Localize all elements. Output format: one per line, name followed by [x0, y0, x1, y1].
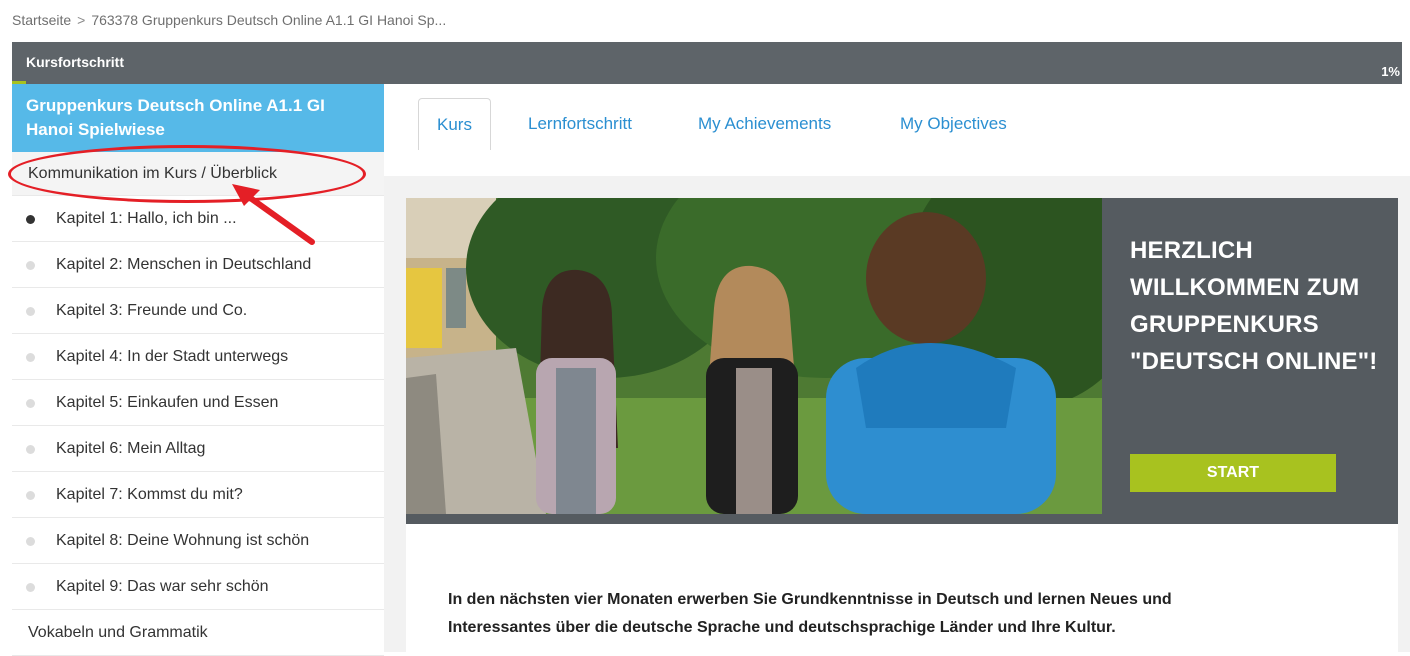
sidebar-item-label: Kapitel 5: Einkaufen und Essen [56, 393, 279, 411]
welcome-banner: HERZLICH WILLKOMMEN ZUM GRUPPENKURS "DEU… [406, 198, 1398, 524]
tab-lernfortschritt[interactable]: Lernfortschritt [510, 98, 650, 150]
sidebar-item-label: Kapitel 7: Kommst du mit? [56, 485, 243, 503]
course-sidebar: Gruppenkurs Deutsch Online A1.1 GI Hanoi… [12, 84, 384, 656]
welcome-line-3: GRUPPENKURS [1130, 311, 1319, 338]
sidebar-item-overview[interactable]: Kommunikation im Kurs / Überblick [12, 152, 384, 196]
course-progress-bar: Kursfortschritt 1% [12, 42, 1402, 84]
intro-line-2: Interessantes über die deutsche Sprache … [448, 619, 1116, 636]
sidebar-item-vocabulary[interactable]: Vokabeln und Grammatik [12, 610, 384, 656]
welcome-line-4: "DEUTSCH ONLINE"! [1130, 348, 1378, 375]
status-dot-icon [26, 583, 35, 592]
sidebar-item-chapter-1[interactable]: Kapitel 1: Hallo, ich bin ... [12, 196, 384, 242]
welcome-heading: HERZLICH WILLKOMMEN ZUM GRUPPENKURS "DEU… [1130, 232, 1380, 380]
course-title-line2: Hanoi Spielwiese [26, 120, 165, 139]
sidebar-item-label: Kapitel 9: Das war sehr schön [56, 577, 269, 595]
start-button[interactable]: START [1130, 454, 1336, 492]
breadcrumb-separator: > [77, 12, 86, 28]
status-dot-icon [26, 399, 35, 408]
sidebar-item-label: Kapitel 1: Hallo, ich bin ... [56, 209, 237, 227]
sidebar-item-chapter-8[interactable]: Kapitel 8: Deine Wohnung ist schön [12, 518, 384, 564]
welcome-line-1: HERZLICH [1130, 237, 1253, 264]
tab-kurs[interactable]: Kurs [418, 98, 491, 150]
sidebar-item-chapter-9[interactable]: Kapitel 9: Das war sehr schön [12, 564, 384, 610]
status-dot-icon [26, 261, 35, 270]
sidebar-item-label: Kommunikation im Kurs / Überblick [28, 164, 277, 182]
status-dot-icon [26, 215, 35, 224]
sidebar-item-label: Kapitel 3: Freunde und Co. [56, 301, 248, 319]
main-content-area: Kurs Lernfortschritt My Achievements My … [384, 84, 1410, 652]
welcome-line-2: WILLKOMMEN ZUM [1130, 274, 1360, 301]
course-title[interactable]: Gruppenkurs Deutsch Online A1.1 GI Hanoi… [12, 84, 384, 152]
sidebar-item-label: Kapitel 8: Deine Wohnung ist schön [56, 531, 310, 549]
sidebar-item-chapter-4[interactable]: Kapitel 4: In der Stadt unterwegs [12, 334, 384, 380]
sidebar-item-label: Kapitel 6: Mein Alltag [56, 439, 206, 457]
progress-label: Kursfortschritt [26, 54, 125, 70]
status-dot-icon [26, 353, 35, 362]
sidebar-item-chapter-2[interactable]: Kapitel 2: Menschen in Deutschland [12, 242, 384, 288]
sidebar-item-chapter-5[interactable]: Kapitel 5: Einkaufen und Essen [12, 380, 384, 426]
hero-photo [406, 198, 1102, 514]
progress-percent: 1% [1381, 64, 1400, 79]
students-photo-illustration [406, 198, 1102, 514]
status-dot-icon [26, 491, 35, 500]
status-dot-icon [26, 537, 35, 546]
sidebar-item-label: Kapitel 4: In der Stadt unterwegs [56, 347, 289, 365]
course-content-panel: HERZLICH WILLKOMMEN ZUM GRUPPENKURS "DEU… [406, 198, 1398, 652]
sidebar-item-chapter-6[interactable]: Kapitel 6: Mein Alltag [12, 426, 384, 472]
status-dot-icon [26, 307, 35, 316]
sidebar-item-chapter-3[interactable]: Kapitel 3: Freunde und Co. [12, 288, 384, 334]
course-title-line1: Gruppenkurs Deutsch Online A1.1 GI [26, 96, 325, 115]
breadcrumb-current[interactable]: 763378 Gruppenkurs Deutsch Online A1.1 G… [91, 12, 446, 28]
tab-bar: Kurs Lernfortschritt My Achievements My … [384, 84, 1410, 176]
intro-line-1: In den nächsten vier Monaten erwerben Si… [448, 591, 1172, 608]
sidebar-item-label: Kapitel 2: Menschen in Deutschland [56, 255, 312, 273]
sidebar-item-chapter-7[interactable]: Kapitel 7: Kommst du mit? [12, 472, 384, 518]
status-dot-icon [26, 445, 35, 454]
tab-my-objectives[interactable]: My Objectives [882, 98, 1025, 150]
breadcrumb-home-link[interactable]: Startseite [12, 12, 71, 28]
sidebar-item-label: Vokabeln und Grammatik [28, 623, 208, 641]
breadcrumb: Startseite > 763378 Gruppenkurs Deutsch … [12, 0, 1402, 40]
intro-text: In den nächsten vier Monaten erwerben Si… [448, 586, 1368, 642]
tab-my-achievements[interactable]: My Achievements [680, 98, 849, 150]
